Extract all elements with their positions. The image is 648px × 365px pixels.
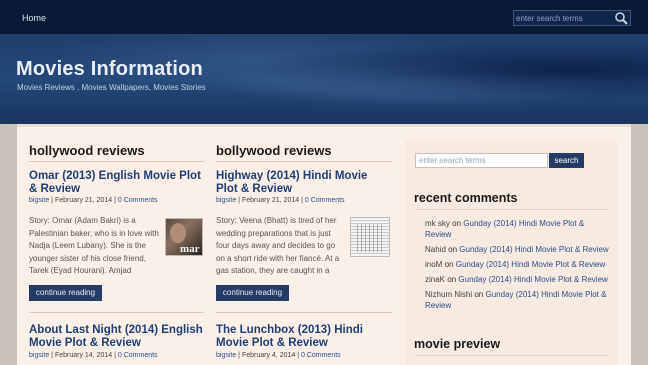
- post-author-link[interactable]: bigsite: [216, 197, 236, 204]
- thumbnail-text: mar: [180, 243, 200, 255]
- sidebar-search-input[interactable]: [415, 153, 548, 168]
- divider: [216, 161, 392, 162]
- site-title[interactable]: Movies Information: [16, 58, 203, 81]
- comment-post-link[interactable]: Gunday (2014) Hindi Movie Plot & Review: [458, 275, 607, 284]
- recent-comment-item: Nahid on Gunday (2014) Hindi Movie Plot …: [425, 244, 610, 255]
- post-title-link[interactable]: The Lunchbox (2013) Hindi Movie Plot & R…: [216, 324, 392, 350]
- thumbnail-pattern: [357, 224, 385, 252]
- top-search-box: [513, 10, 631, 26]
- post-date: February 21, 2014: [54, 197, 113, 204]
- post-author-link[interactable]: bigsite: [29, 197, 49, 204]
- recent-comment-item: mk sky on Gunday (2014) Hindi Movie Plot…: [425, 218, 610, 240]
- post-title-link[interactable]: About Last Night (2014) English Movie Pl…: [29, 324, 204, 350]
- comment-post-link[interactable]: Gunday (2014) Hindi Movie Plot & Review: [456, 260, 605, 269]
- top-search-input[interactable]: [516, 12, 612, 25]
- post-meta: bigsite | February 21, 2014 | 0 Comments: [29, 197, 158, 204]
- comment-author: Nahid: [425, 245, 446, 254]
- divider: [415, 355, 608, 356]
- post-comments-link[interactable]: 0 Comments: [305, 197, 345, 204]
- comment-on: on: [447, 275, 457, 284]
- divider: [216, 312, 392, 313]
- comment-author: zinaK: [425, 275, 446, 284]
- thumbnail-face: [170, 223, 186, 243]
- comment-author: Nizhum Nishi: [425, 290, 473, 299]
- comment-post-link[interactable]: Gunday (2014) Hindi Movie Plot & Review: [459, 245, 608, 254]
- comment-author: inoM: [425, 260, 443, 269]
- post-meta: bigsite | February 4, 2014 | 0 Comments: [216, 352, 341, 359]
- post-meta: bigsite | February 14, 2014 | 0 Comments: [29, 352, 158, 359]
- post-date: February 14, 2014: [54, 352, 113, 359]
- continue-reading-button[interactable]: continue reading: [29, 285, 102, 301]
- recent-comment-item: zinaK on Gunday (2014) Hindi Movie Plot …: [425, 274, 610, 285]
- post-date: February 4, 2014: [241, 352, 296, 359]
- post-excerpt: Story: Veena (Bhatt) is tired of her wed…: [216, 216, 340, 275]
- search-icon[interactable]: [614, 11, 628, 25]
- post-comments-link[interactable]: 0 Comments: [118, 352, 158, 359]
- comment-on: on: [452, 219, 462, 228]
- post-title-link[interactable]: Omar (2013) English Movie Plot & Review: [29, 170, 204, 196]
- continue-reading-button[interactable]: continue reading: [216, 285, 289, 301]
- post-author-link[interactable]: bigsite: [216, 352, 236, 359]
- movie-preview-heading: movie preview: [414, 337, 501, 351]
- post-author-link[interactable]: bigsite: [29, 352, 49, 359]
- comment-author: mk sky: [425, 219, 450, 228]
- hollywood-reviews-heading: hollywood reviews: [29, 143, 145, 158]
- recent-comment-item: inoM on Gunday (2014) Hindi Movie Plot &…: [425, 259, 610, 270]
- bollywood-reviews-heading: bollywood reviews: [216, 143, 332, 158]
- post-excerpt: Story: Omar (Adam Bakri) is a Palestinia…: [29, 216, 159, 275]
- top-nav-bar: Home: [0, 0, 648, 34]
- post-thumbnail[interactable]: [350, 217, 390, 257]
- post-comments-link[interactable]: 0 Comments: [301, 352, 341, 359]
- site-header: Movies Information Movies Reviews , Movi…: [0, 34, 648, 124]
- post-date: February 21, 2014: [241, 197, 300, 204]
- comment-on: on: [448, 245, 458, 254]
- site-tagline: Movies Reviews , Movies Wallpapers, Movi…: [17, 83, 206, 92]
- recent-comments-heading: recent comments: [414, 191, 518, 205]
- post-thumbnail[interactable]: mar: [165, 218, 203, 256]
- divider: [415, 209, 608, 210]
- nav-home-link[interactable]: Home: [22, 13, 46, 23]
- post-title-link[interactable]: Highway (2014) Hindi Movie Plot & Review: [216, 170, 392, 196]
- comment-on: on: [474, 290, 484, 299]
- divider: [29, 312, 204, 313]
- sidebar-search-button[interactable]: search: [549, 153, 584, 168]
- post-meta: bigsite | February 21, 2014 | 0 Comments: [216, 197, 345, 204]
- post-comments-link[interactable]: 0 Comments: [118, 197, 158, 204]
- divider: [29, 161, 204, 162]
- comment-on: on: [444, 260, 454, 269]
- recent-comment-item: Nizhum Nishi on Gunday (2014) Hindi Movi…: [425, 289, 610, 311]
